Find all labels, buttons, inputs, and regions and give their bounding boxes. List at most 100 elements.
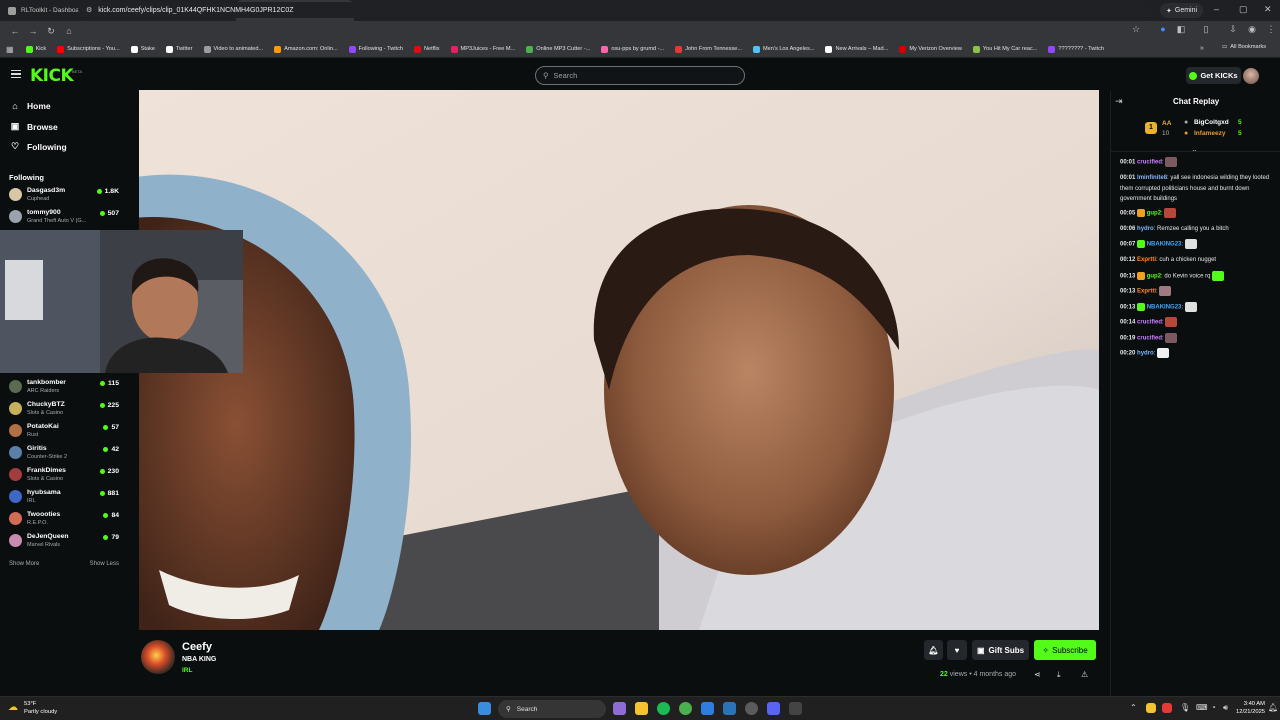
apps-grid-icon[interactable]: ▦ <box>6 45 14 54</box>
message-username[interactable]: Exprtti <box>1137 257 1156 263</box>
channel-item[interactable]: tankbomber ARC Raiders 115 <box>9 378 121 398</box>
bookmark-item[interactable]: Twitter <box>166 45 193 53</box>
get-kicks-button[interactable]: Get KICKs <box>1186 67 1241 84</box>
message-username[interactable]: NBAKING23 <box>1147 305 1182 311</box>
channel-item[interactable]: Giritis Counter-Strike 2 42 <box>9 444 121 464</box>
nav-following[interactable]: ♡ Following <box>10 141 67 152</box>
channel-item[interactable]: FrankDimes Slots & Casino 230 <box>9 466 121 486</box>
channel-item[interactable]: Dasgasd3m Cuphead 1.8K <box>9 186 121 206</box>
discord-icon[interactable] <box>767 702 780 715</box>
message-username[interactable]: hydro <box>1137 351 1154 357</box>
notify-bell-button[interactable]: 🔔︎ <box>924 640 943 660</box>
follow-heart-button[interactable]: ♥ <box>947 640 967 660</box>
video-player[interactable] <box>139 90 1099 630</box>
bookmark-item[interactable]: Amazon.com: Onlin... <box>274 45 338 53</box>
channel-avatar[interactable] <box>141 640 175 674</box>
report-icon[interactable]: ⚠ <box>1081 670 1088 679</box>
taskbar-search[interactable]: ⚲ Search <box>498 700 606 718</box>
subscribe-button[interactable]: ✧ Subscribe <box>1034 640 1096 660</box>
app-icon[interactable] <box>723 702 736 715</box>
notifications-icon[interactable]: 🔔︎ <box>1268 703 1278 712</box>
bookmark-item[interactable]: MP3Juices - Free M... <box>450 45 515 53</box>
collapse-chat-icon[interactable]: ⇥ <box>1115 96 1123 107</box>
kick-logo[interactable]: KICK <box>30 66 74 86</box>
hamburger-menu-icon[interactable] <box>11 70 21 78</box>
nav-home[interactable]: ⌂ Home <box>10 101 50 111</box>
channel-item[interactable]: tommy900 Grand Theft Auto V (G... 507 <box>9 208 121 228</box>
edge-icon[interactable] <box>701 702 714 715</box>
url-field[interactable]: ⚙ kick.com/ceefy/clips/clip_01K44QFHK1NC… <box>78 2 1152 18</box>
volume-icon[interactable]: 🔊︎ <box>1223 703 1228 713</box>
weather-widget[interactable]: 53°F Partly cloudy <box>24 700 57 716</box>
bookmark-item[interactable]: New Arrivals – Mad... <box>825 45 888 53</box>
mic-icon[interactable]: 🎙︎ <box>1180 703 1190 712</box>
download-icon[interactable]: ⤓ <box>1057 670 1061 680</box>
maximize-icon[interactable]: ▢ <box>1239 4 1248 15</box>
minimize-icon[interactable]: – <box>1214 4 1219 14</box>
message-username[interactable]: crucified <box>1137 160 1162 166</box>
gift-subs-button[interactable]: ▣ Gift Subs <box>972 640 1029 660</box>
bookmark-item[interactable]: Following - Twitch <box>348 45 403 53</box>
message-username[interactable]: gup2 <box>1147 274 1161 280</box>
bookmark-star-icon[interactable]: ☆ <box>1130 24 1142 36</box>
bookmark-item[interactable]: John From Tennesse... <box>675 45 742 53</box>
profile-icon[interactable]: ◉ <box>1246 24 1258 36</box>
bookmark-item[interactable]: osu-pps by grumd -... <box>601 45 664 53</box>
show-less-button[interactable]: Show Less <box>90 561 119 567</box>
forward-icon[interactable]: → <box>24 26 42 36</box>
bookmark-item[interactable]: You Hit My Car reac... <box>972 45 1037 53</box>
message-username[interactable]: hydro <box>1137 226 1154 232</box>
message-username[interactable]: gup2 <box>1147 211 1161 217</box>
spotify-icon[interactable] <box>657 702 670 715</box>
chrome-icon[interactable] <box>679 702 692 715</box>
message-username[interactable]: crucified <box>1137 336 1162 342</box>
clip-category[interactable]: IRL <box>182 667 192 674</box>
channel-item[interactable]: DeJenQueen Marvel Rivals 79 <box>9 532 121 552</box>
menu-dots-icon[interactable]: ⋮ <box>1265 24 1277 36</box>
channel-item[interactable]: PotatoKai Rust 57 <box>9 422 121 442</box>
share-icon[interactable]: ⋖ <box>1034 670 1041 679</box>
sidepanel-icon[interactable]: ▯ <box>1200 24 1212 36</box>
downloads-icon[interactable]: ⇩ <box>1227 24 1239 36</box>
file-explorer-icon[interactable] <box>635 702 648 715</box>
message-username[interactable]: crucified <box>1137 320 1162 326</box>
gemini-button[interactable]: ✦ Gemini <box>1160 3 1204 18</box>
extensions-puzzle-icon[interactable]: ◧ <box>1175 24 1187 36</box>
reload-icon[interactable]: ↻ <box>42 26 60 37</box>
tray-icon[interactable] <box>1146 703 1156 713</box>
channel-item[interactable]: hyubsama IRL 881 <box>9 488 121 508</box>
tray-overflow-icon[interactable]: ⌃ <box>1130 703 1137 712</box>
all-bookmarks[interactable]: ▭ All Bookmarks <box>1222 44 1266 50</box>
nav-browse[interactable]: ▣ Browse <box>10 121 58 132</box>
tray-icon[interactable] <box>1162 703 1172 713</box>
message-username[interactable]: lminfinite8 <box>1137 175 1167 181</box>
user-avatar[interactable] <box>1243 68 1259 84</box>
chevron-down-icon[interactable]: ⌄ <box>1191 145 1198 154</box>
search-input[interactable]: ⚲ Search <box>535 66 745 85</box>
bookmark-item[interactable]: Netflix <box>414 45 440 53</box>
show-more-button[interactable]: Show More <box>9 561 39 567</box>
channel-item[interactable]: ChuckyBTZ Slots & Casino 225 <box>9 400 121 420</box>
site-info-icon[interactable]: ⚙ <box>86 6 92 14</box>
message-username[interactable]: Exprtti <box>1137 289 1156 295</box>
extension-icon[interactable]: ● <box>1157 24 1169 36</box>
app-icon[interactable] <box>789 702 802 715</box>
keyboard-icon[interactable]: ⌨ <box>1196 703 1208 712</box>
channel-name[interactable]: Ceefy <box>182 641 212 653</box>
message-username[interactable]: NBAKING23 <box>1147 242 1182 248</box>
clock[interactable]: 3:40 AM 12/21/2025 <box>1236 700 1265 716</box>
bookmarks-overflow-icon[interactable]: » <box>1200 45 1204 52</box>
copilot-icon[interactable] <box>613 702 626 715</box>
bookmark-item[interactable]: ???????? - Twitch <box>1048 45 1104 53</box>
bookmark-item[interactable]: My Verizon Overview <box>899 45 962 53</box>
close-window-icon[interactable]: ✕ <box>1264 4 1272 15</box>
bookmark-item[interactable]: Online MP3 Cutter -... <box>526 45 590 53</box>
back-icon[interactable]: ← <box>6 26 24 36</box>
obs-icon[interactable] <box>745 702 758 715</box>
network-icon[interactable]: ◔ <box>1211 703 1216 712</box>
channel-item[interactable]: Twoooties R.E.P.O. 84 <box>9 510 121 530</box>
bookmark-item[interactable]: Stake <box>130 45 155 53</box>
bookmark-item[interactable]: Men's Los Angeles... <box>753 45 814 53</box>
bookmark-item[interactable]: Video to animated... <box>203 45 263 53</box>
windows-start-icon[interactable] <box>478 702 491 715</box>
